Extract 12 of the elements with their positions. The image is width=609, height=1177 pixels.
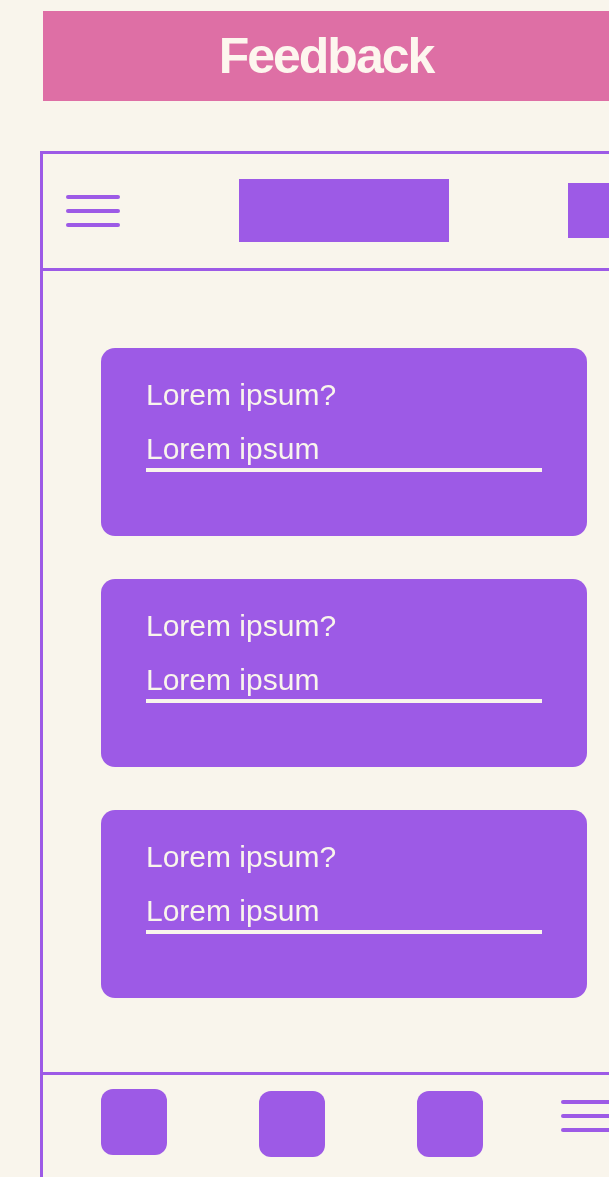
nav-icon[interactable] bbox=[101, 1089, 167, 1155]
nav-icon[interactable] bbox=[417, 1091, 483, 1157]
answer-field[interactable]: Lorem ipsum bbox=[146, 432, 542, 472]
more-menu-icon[interactable] bbox=[561, 1100, 609, 1132]
answer-field[interactable]: Lorem ipsum bbox=[146, 894, 542, 934]
question-text: Lorem ipsum? bbox=[146, 377, 337, 413]
page-title: Feedback bbox=[43, 11, 609, 101]
menu-icon[interactable] bbox=[66, 195, 120, 227]
question-text: Lorem ipsum? bbox=[146, 608, 337, 644]
question-text: Lorem ipsum? bbox=[146, 839, 337, 875]
nav-icon[interactable] bbox=[259, 1091, 325, 1157]
answer-field[interactable]: Lorem ipsum bbox=[146, 663, 542, 703]
